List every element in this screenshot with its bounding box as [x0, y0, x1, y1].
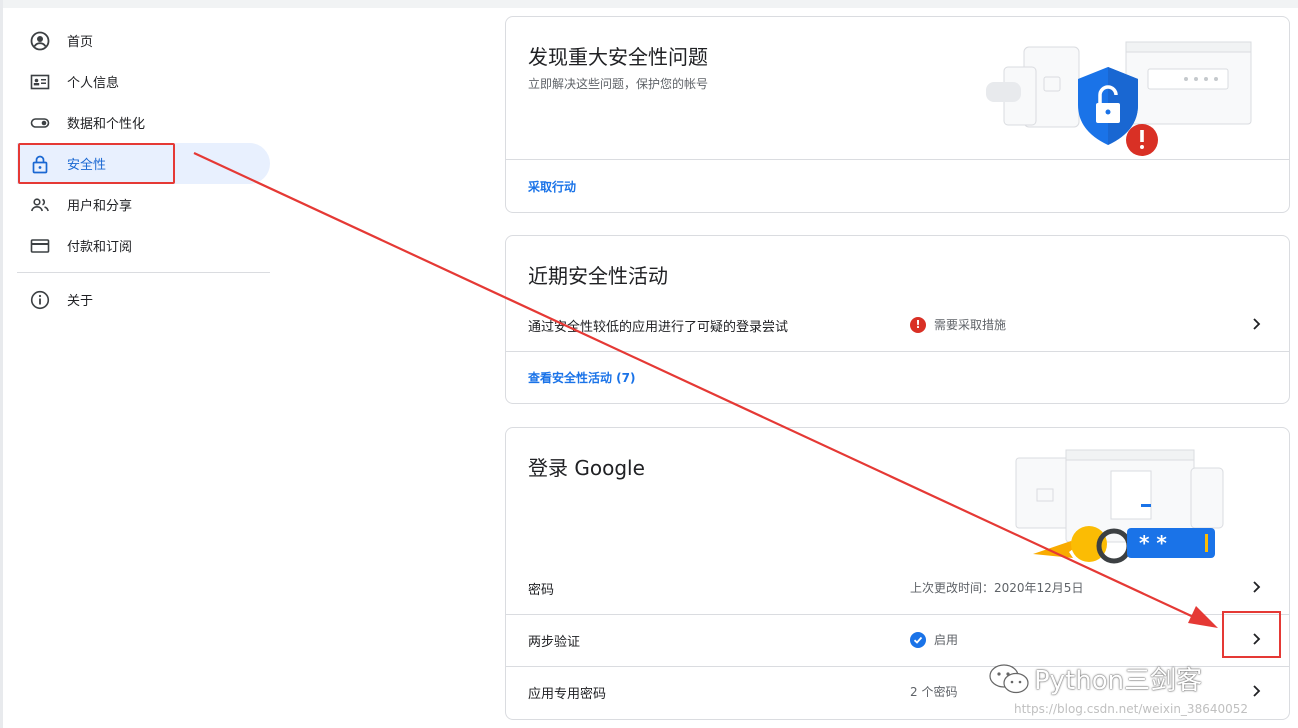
wechat-logo-icon: [989, 664, 1029, 694]
watermark-url: https://blog.csdn.net/weixin_38640052: [1014, 702, 1249, 716]
annotation-arrow: [193, 152, 1218, 628]
watermark-brand: Python三剑客: [1034, 666, 1203, 696]
